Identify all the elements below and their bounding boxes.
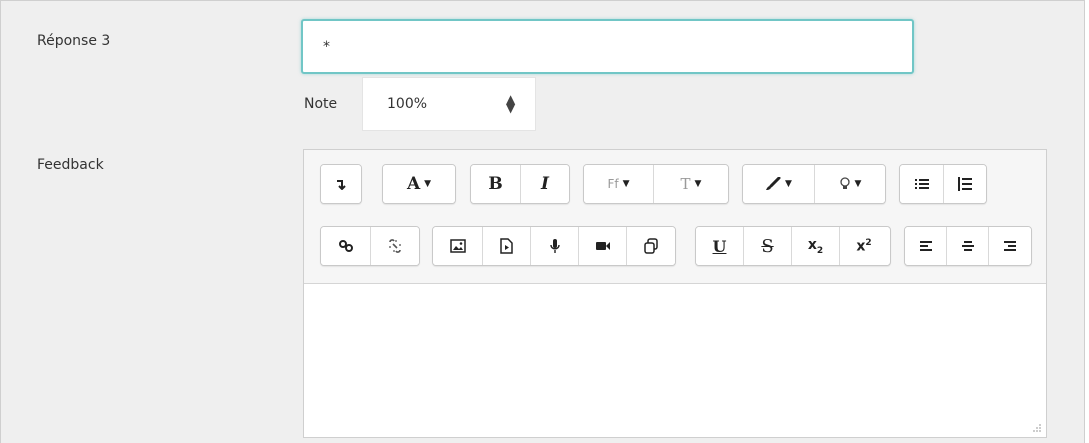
chevron-down-icon: ▼ [424,179,432,189]
feedback-content-area[interactable] [304,285,1046,437]
record-video-button[interactable] [579,227,627,265]
editor-toolbar: A ▼ B I Ff ▼ T ▼ ▼ ▼ U S x2 x2 [304,150,1046,284]
numbered-list-button[interactable] [944,165,986,203]
font-size-icon: T [680,175,691,193]
toolbar-group-collapse [320,164,362,204]
insert-media-button[interactable] [483,227,531,265]
underline-icon: U [712,236,727,256]
record-audio-button[interactable] [531,227,579,265]
font-color-icon: A [406,174,421,194]
toolbar-group-links [320,226,420,266]
font-color-button[interactable]: A ▼ [383,165,455,203]
superscript-button[interactable]: x2 [840,227,888,265]
grade-label: Note [304,96,338,112]
answer-label: Réponse 3 [37,33,111,49]
resize-handle-icon[interactable] [1032,423,1042,433]
underline-button[interactable]: U [696,227,744,265]
collapse-toolbar-button[interactable] [321,165,361,203]
select-arrows-icon: ▲ ▼ [506,92,516,115]
feedback-label: Feedback [37,157,104,173]
chevron-down-icon: ▼ [854,179,862,189]
unlink-button[interactable] [371,227,419,265]
grade-select[interactable]: 100% ▲ ▼ [362,77,536,131]
bullet-list-icon [914,179,929,189]
align-right-icon [1004,241,1016,251]
toolbar-group-font: Ff ▼ T ▼ [583,164,729,204]
grade-select-value: 100% [387,96,428,112]
strikethrough-icon: S [761,235,774,257]
text-highlight-button[interactable]: ▼ [743,165,815,203]
bullet-list-button[interactable] [900,165,944,203]
toolbar-group-format: U S x2 x2 [695,226,891,266]
chevron-down-icon: ▼ [694,179,702,189]
files-icon [644,238,658,254]
collapse-arrow-icon [337,180,346,190]
italic-button[interactable]: I [521,165,569,203]
toolbar-group-media [432,226,676,266]
microphone-icon [549,239,560,253]
insert-image-button[interactable] [433,227,483,265]
superscript-icon: x2 [856,237,872,255]
paint-brush-icon [766,177,781,190]
strikethrough-button[interactable]: S [744,227,792,265]
toolbar-group-color: A ▼ [382,164,456,204]
video-camera-icon [595,242,610,250]
lightbulb-icon [839,177,850,189]
unlink-icon [389,239,401,253]
numbered-list-icon [958,177,972,191]
answer-panel: Réponse 3 Note 100% ▲▼ Feedback A ▼ [0,0,1085,443]
media-file-icon [500,238,513,254]
font-size-button[interactable]: T ▼ [654,165,728,203]
toolbar-group-highlight: ▼ ▼ [742,164,886,204]
toolbar-group-align [904,226,1032,266]
align-center-icon [961,241,974,251]
toolbar-group-style: B I [470,164,570,204]
chevron-down-icon: ▼ [622,179,630,189]
italic-icon: I [541,174,549,194]
font-family-icon: Ff [607,177,619,191]
font-family-button[interactable]: Ff ▼ [584,165,654,203]
link-icon [338,240,353,252]
align-left-icon [919,241,932,251]
align-center-button[interactable] [947,227,989,265]
styles-button[interactable]: ▼ [815,165,885,203]
toolbar-group-lists [899,164,987,204]
align-left-button[interactable] [905,227,947,265]
subscript-icon: x2 [807,236,824,256]
answer-input[interactable] [301,19,914,74]
feedback-editor: A ▼ B I Ff ▼ T ▼ ▼ ▼ U S x2 x2 [303,149,1047,438]
image-icon [449,239,466,253]
bold-icon: B [488,174,503,194]
align-right-button[interactable] [989,227,1031,265]
manage-files-button[interactable] [627,227,675,265]
link-button[interactable] [321,227,371,265]
chevron-down-icon: ▼ [785,179,792,189]
bold-button[interactable]: B [471,165,521,203]
subscript-button[interactable]: x2 [792,227,840,265]
